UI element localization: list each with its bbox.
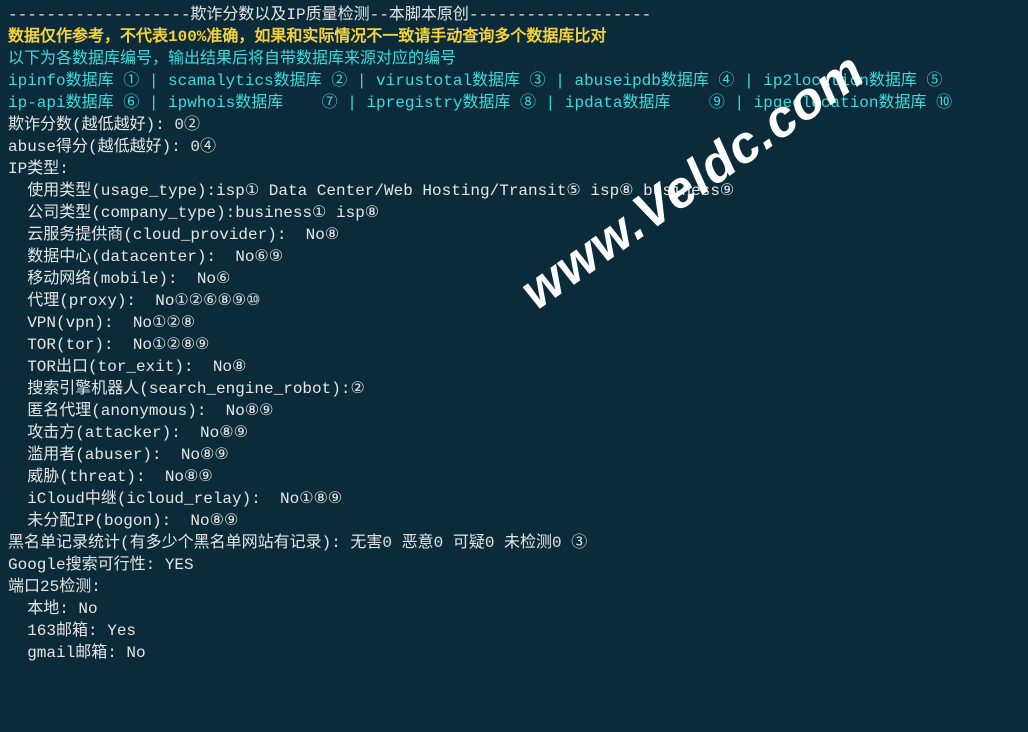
db-list-2: ip-api数据库 ⑥ | ipwhois数据库 ⑦ | ipregistry数… bbox=[8, 92, 1020, 114]
icloud-relay: iCloud中继(icloud_relay): No①⑧⑨ bbox=[8, 488, 1020, 510]
blacklist-stats: 黑名单记录统计(有多少个黑名单网站有记录): 无害0 恶意0 可疑0 未检测0 … bbox=[8, 532, 1020, 554]
db-note: 以下为各数据库编号，输出结果后将自带数据库来源对应的编号 bbox=[8, 48, 1020, 70]
company-type: 公司类型(company_type):business① isp⑧ bbox=[8, 202, 1020, 224]
fraud-score: 欺诈分数(越低越好): 0② bbox=[8, 114, 1020, 136]
google-search: Google搜索可行性: YES bbox=[8, 554, 1020, 576]
port25-header: 端口25检测: bbox=[8, 576, 1020, 598]
search-robot: 搜索引擎机器人(search_engine_robot):② bbox=[8, 378, 1020, 400]
header-divider: -------------------欺诈分数以及IP质量检测--本脚本原创--… bbox=[8, 4, 1020, 26]
port25-gmail: gmail邮箱: No bbox=[8, 642, 1020, 664]
datacenter: 数据中心(datacenter): No⑥⑨ bbox=[8, 246, 1020, 268]
threat: 威胁(threat): No⑧⑨ bbox=[8, 466, 1020, 488]
abuse-score: abuse得分(越低越好): 0④ bbox=[8, 136, 1020, 158]
tor: TOR(tor): No①②⑧⑨ bbox=[8, 334, 1020, 356]
bogon: 未分配IP(bogon): No⑧⑨ bbox=[8, 510, 1020, 532]
port25-163: 163邮箱: Yes bbox=[8, 620, 1020, 642]
anonymous: 匿名代理(anonymous): No⑧⑨ bbox=[8, 400, 1020, 422]
cloud-provider: 云服务提供商(cloud_provider): No⑧ bbox=[8, 224, 1020, 246]
proxy: 代理(proxy): No①②⑥⑧⑨⑩ bbox=[8, 290, 1020, 312]
attacker: 攻击方(attacker): No⑧⑨ bbox=[8, 422, 1020, 444]
abuser: 滥用者(abuser): No⑧⑨ bbox=[8, 444, 1020, 466]
warning-text: 数据仅作参考，不代表100%准确，如果和实际情况不一致请手动查询多个数据库比对 bbox=[8, 26, 1020, 48]
ip-type-header: IP类型: bbox=[8, 158, 1020, 180]
mobile: 移动网络(mobile): No⑥ bbox=[8, 268, 1020, 290]
tor-exit: TOR出口(tor_exit): No⑧ bbox=[8, 356, 1020, 378]
vpn: VPN(vpn): No①②⑧ bbox=[8, 312, 1020, 334]
usage-type: 使用类型(usage_type):isp① Data Center/Web Ho… bbox=[8, 180, 1020, 202]
port25-local: 本地: No bbox=[8, 598, 1020, 620]
db-list-1: ipinfo数据库 ① | scamalytics数据库 ② | virusto… bbox=[8, 70, 1020, 92]
